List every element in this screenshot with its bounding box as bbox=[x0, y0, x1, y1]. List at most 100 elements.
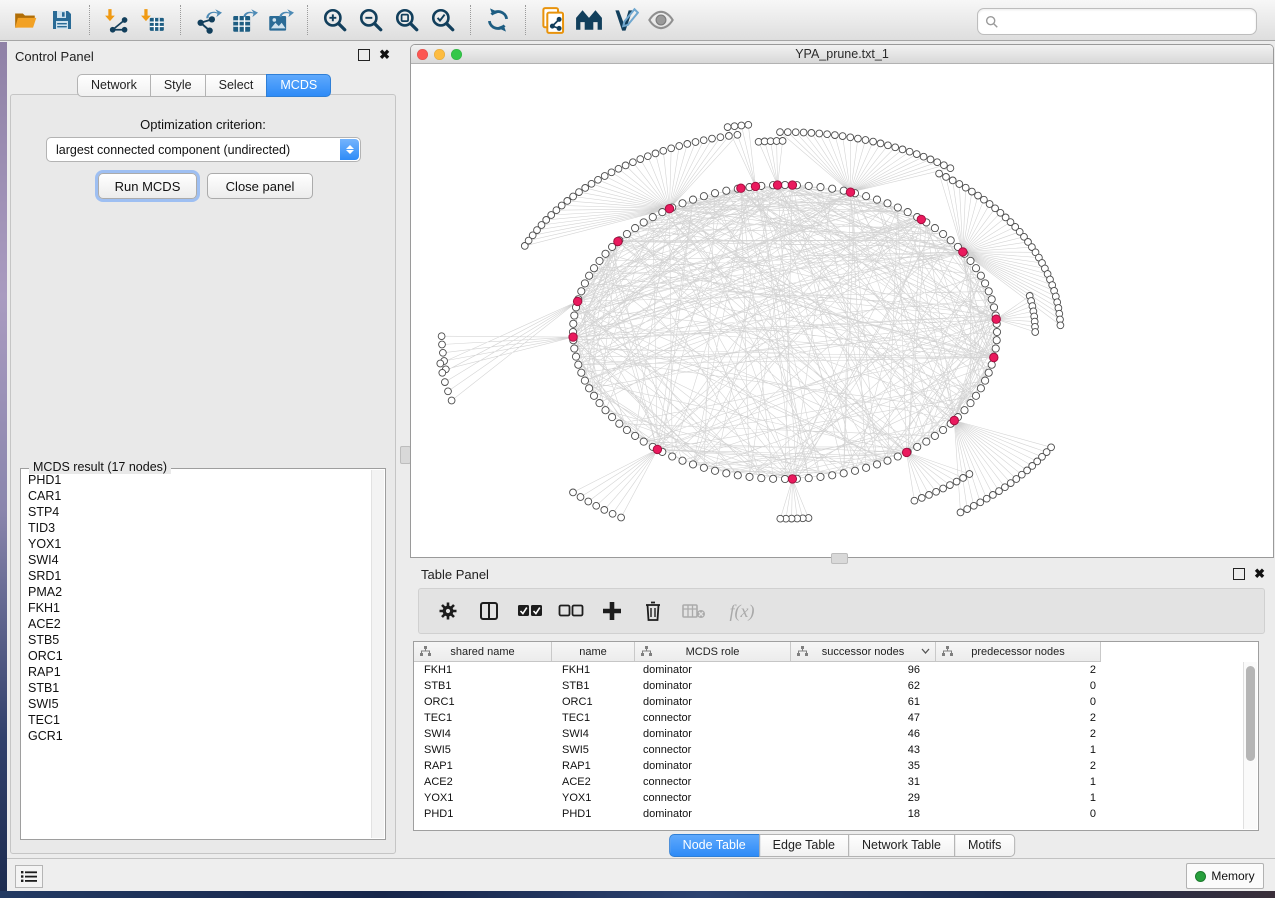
zoom-selected-icon bbox=[430, 7, 456, 33]
zoom-out-button[interactable] bbox=[353, 3, 389, 37]
table-cell: STB1 bbox=[414, 680, 552, 692]
tab-motifs[interactable]: Motifs bbox=[954, 834, 1015, 857]
close-panel-button[interactable]: Close panel bbox=[207, 173, 313, 199]
result-list-item[interactable]: ACE2 bbox=[22, 616, 371, 632]
column-header-name[interactable]: name bbox=[552, 642, 635, 661]
table-scrollbar-thumb[interactable] bbox=[1246, 666, 1255, 761]
result-list-item[interactable]: FKH1 bbox=[22, 600, 371, 616]
memory-button[interactable]: Memory bbox=[1186, 863, 1264, 889]
export-image-button[interactable] bbox=[262, 3, 298, 37]
trash-icon bbox=[643, 600, 663, 622]
table-row[interactable]: ACE2ACE2connector311 bbox=[414, 774, 1244, 790]
binoculars-icon bbox=[575, 6, 603, 34]
result-list-item[interactable]: GCR1 bbox=[22, 728, 371, 744]
table-cell: 61 bbox=[791, 696, 936, 708]
select-all-rows-button[interactable] bbox=[515, 596, 545, 626]
network-window-titlebar[interactable]: YPA_prune.txt_1 bbox=[411, 45, 1273, 64]
float-panel-icon[interactable] bbox=[358, 49, 370, 61]
table-cell: STB1 bbox=[552, 680, 635, 692]
delete-columns-button[interactable] bbox=[638, 596, 668, 626]
import-table-button[interactable] bbox=[135, 3, 171, 37]
optimization-criterion-select[interactable]: largest connected component (undirected) bbox=[46, 137, 361, 162]
result-list-item[interactable]: STP4 bbox=[22, 504, 371, 520]
open-session-button[interactable] bbox=[8, 3, 44, 37]
result-list-item[interactable]: STB5 bbox=[22, 632, 371, 648]
table-row[interactable]: RAP1RAP1dominator352 bbox=[414, 758, 1244, 774]
result-list-item[interactable]: SWI5 bbox=[22, 696, 371, 712]
run-mcds-button[interactable]: Run MCDS bbox=[98, 173, 197, 199]
close-panel-icon[interactable]: ✖ bbox=[1254, 569, 1265, 579]
toggle-column-display-button[interactable] bbox=[474, 596, 504, 626]
desktop-background-bottom bbox=[0, 891, 1275, 898]
table-scrollbar[interactable] bbox=[1243, 662, 1257, 829]
column-header-MCDS-role[interactable]: MCDS role bbox=[635, 642, 791, 661]
table-row[interactable]: YOX1YOX1connector291 bbox=[414, 790, 1244, 806]
tab-network[interactable]: Network bbox=[77, 74, 151, 97]
close-panel-icon[interactable]: ✖ bbox=[379, 50, 390, 60]
float-panel-icon[interactable] bbox=[1233, 568, 1245, 580]
result-list-item[interactable]: PMA2 bbox=[22, 584, 371, 600]
zoom-selected-button[interactable] bbox=[425, 3, 461, 37]
result-list-item[interactable]: CAR1 bbox=[22, 488, 371, 504]
search-input[interactable] bbox=[1003, 14, 1256, 30]
result-list-item[interactable]: STB1 bbox=[22, 680, 371, 696]
column-header-predecessor-nodes[interactable]: predecessor nodes bbox=[936, 642, 1101, 661]
table-row[interactable]: SWI4SWI4dominator462 bbox=[414, 726, 1244, 742]
tab-mcds[interactable]: MCDS bbox=[266, 74, 331, 97]
first-neighbors-button[interactable] bbox=[571, 3, 607, 37]
result-list-item[interactable]: PHD1 bbox=[22, 472, 371, 488]
create-column-button[interactable] bbox=[597, 596, 627, 626]
table-cell: 0 bbox=[936, 808, 1101, 820]
mcds-result-list[interactable]: PHD1CAR1STP4TID3YOX1SWI4SRD1PMA2FKH1ACE2… bbox=[22, 472, 371, 838]
zoom-fit-button[interactable] bbox=[389, 3, 425, 37]
tab-style[interactable]: Style bbox=[150, 74, 206, 97]
tab-select[interactable]: Select bbox=[205, 74, 268, 97]
table-row[interactable]: STB1STB1dominator620 bbox=[414, 678, 1244, 694]
import-network-icon bbox=[104, 7, 130, 33]
table-cell: dominator bbox=[635, 760, 791, 772]
attribute-type-icon bbox=[942, 646, 953, 657]
result-list-item[interactable]: SRD1 bbox=[22, 568, 371, 584]
table-row[interactable]: FKH1FKH1dominator962 bbox=[414, 662, 1244, 678]
import-network-button[interactable] bbox=[99, 3, 135, 37]
column-header-successor-nodes[interactable]: successor nodes bbox=[791, 642, 936, 661]
column-header-shared-name[interactable]: shared name bbox=[414, 642, 552, 661]
result-list-scrollbar[interactable] bbox=[371, 470, 384, 838]
tab-node-table[interactable]: Node Table bbox=[669, 834, 760, 857]
table-mode-gear-button[interactable] bbox=[433, 596, 463, 626]
show-hide-graphics-button[interactable] bbox=[643, 3, 679, 37]
status-menu-button[interactable] bbox=[15, 865, 43, 888]
delete-table-button[interactable] bbox=[679, 596, 709, 626]
table-cell: dominator bbox=[635, 680, 791, 692]
network-canvas[interactable] bbox=[411, 64, 1273, 557]
table-cell: 0 bbox=[936, 696, 1101, 708]
function-builder-button[interactable]: f(x) bbox=[720, 596, 764, 626]
export-table-button[interactable] bbox=[226, 3, 262, 37]
new-network-from-selection-button[interactable] bbox=[535, 3, 571, 37]
zoom-in-button[interactable] bbox=[317, 3, 353, 37]
table-cell: dominator bbox=[635, 664, 791, 676]
tab-network-table[interactable]: Network Table bbox=[848, 834, 955, 857]
save-session-button[interactable] bbox=[44, 3, 80, 37]
deselect-all-rows-button[interactable] bbox=[556, 596, 586, 626]
result-list-item[interactable]: SWI4 bbox=[22, 552, 371, 568]
toolbar-search[interactable] bbox=[977, 8, 1257, 35]
apply-style-button[interactable] bbox=[607, 3, 643, 37]
result-list-item[interactable]: RAP1 bbox=[22, 664, 371, 680]
table-row[interactable]: TEC1TEC1connector472 bbox=[414, 710, 1244, 726]
tab-edge-table[interactable]: Edge Table bbox=[759, 834, 849, 857]
horizontal-splitter-handle[interactable] bbox=[831, 553, 848, 564]
result-list-item[interactable]: ORC1 bbox=[22, 648, 371, 664]
table-cell: 0 bbox=[936, 680, 1101, 692]
table-cell: 1 bbox=[936, 792, 1101, 804]
result-list-item[interactable]: TEC1 bbox=[22, 712, 371, 728]
table-row[interactable]: ORC1ORC1dominator610 bbox=[414, 694, 1244, 710]
table-row[interactable]: SWI5SWI5connector431 bbox=[414, 742, 1244, 758]
result-list-item[interactable]: YOX1 bbox=[22, 536, 371, 552]
refresh-view-button[interactable] bbox=[480, 3, 516, 37]
result-list-item[interactable]: TID3 bbox=[22, 520, 371, 536]
control-panel-tabs: Network Style Select MCDS bbox=[78, 74, 331, 97]
table-cell: FKH1 bbox=[552, 664, 635, 676]
export-network-button[interactable] bbox=[190, 3, 226, 37]
table-row[interactable]: PHD1PHD1dominator180 bbox=[414, 806, 1244, 822]
